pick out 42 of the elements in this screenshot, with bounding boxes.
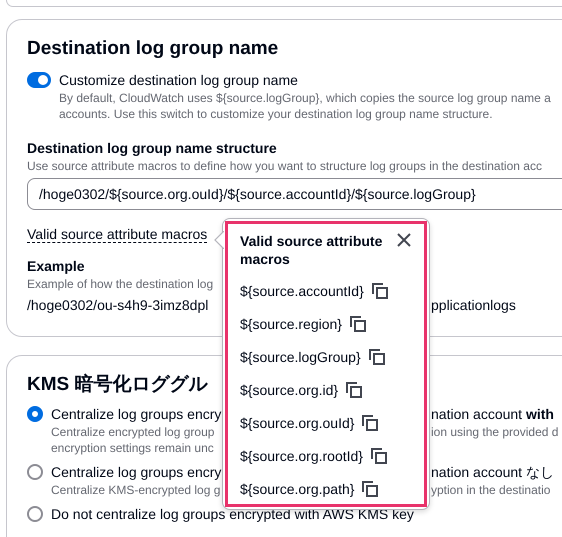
field-label: Destination log group name structure xyxy=(27,139,278,158)
option-description: Centralize KMS-encrypted log g xyxy=(51,482,222,498)
option-description: yption in the destinatio xyxy=(431,482,552,498)
copy-icon[interactable] xyxy=(370,448,387,464)
toggle-description: By default, CloudWatch uses ${source.logGroup}, which copies the source log group name a xyxy=(59,90,551,106)
copy-icon[interactable] xyxy=(372,283,388,299)
macro-text: ${source.region} xyxy=(240,316,342,332)
radio-button[interactable] xyxy=(27,506,43,522)
option-label: Centralize log groups encry xyxy=(51,463,222,482)
option-label: Centralize log groups encry xyxy=(51,405,222,424)
copy-icon[interactable] xyxy=(350,316,366,332)
toggle-switch[interactable] xyxy=(27,72,51,88)
field-description: Use source attribute macros to define how you want to structure log groups in the destination acc xyxy=(27,158,543,174)
toggle-description: accounts. Use this switch to customize your destination log group name structure. xyxy=(59,106,494,122)
macro-text: ${source.logGroup} xyxy=(240,349,361,365)
macro-text: ${source.org.ouId} xyxy=(240,415,354,431)
option-description: ion using the provided d xyxy=(431,424,558,440)
option-label: nation account with xyxy=(431,405,555,424)
copy-icon[interactable] xyxy=(362,481,378,497)
radio-button[interactable] xyxy=(27,464,43,480)
example-description: Example of how the destination log xyxy=(27,276,214,292)
option-description: Centralize encrypted log group xyxy=(51,424,216,440)
copy-icon[interactable] xyxy=(368,349,385,365)
copy-icon[interactable] xyxy=(346,382,362,398)
option-description: encryption settings remain unc xyxy=(51,440,215,456)
macro-text: ${source.org.path} xyxy=(240,481,354,497)
example-value: /hoge0302/ou-s4h9-3imz8dpl xyxy=(27,296,210,315)
section-title: KMS 暗号化ロググル xyxy=(27,372,208,397)
popover-title: Valid source attribute macros xyxy=(240,232,384,268)
option-label: nation account なし xyxy=(431,463,554,482)
macro-text: ${source.accountId} xyxy=(240,283,364,299)
macro-text: ${source.org.rootId} xyxy=(240,448,363,464)
toggle-label: Customize destination log group name xyxy=(59,71,299,90)
macros-link[interactable]: Valid source attribute macros xyxy=(27,226,208,243)
section-title: Destination log group name xyxy=(27,37,278,61)
close-icon[interactable] xyxy=(396,232,412,248)
example-label: Example xyxy=(27,257,85,276)
copy-icon[interactable] xyxy=(362,415,378,431)
input-field[interactable]: /hoge0302/${source.org.ouId}/${source.accountId}/${source.logGroup} xyxy=(27,178,562,210)
radio-button[interactable] xyxy=(27,406,43,422)
example-value: pplicationlogs xyxy=(431,296,517,315)
macro-text: ${source.org.id} xyxy=(240,382,338,398)
